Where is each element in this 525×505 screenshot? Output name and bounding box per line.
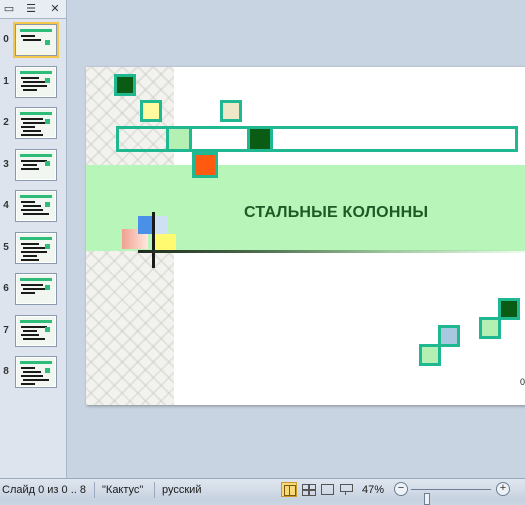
thumbnail-number: 0 [3, 34, 9, 45]
outline-tab-icon[interactable]: ☰ [22, 1, 40, 17]
slideshow-view-icon[interactable] [338, 482, 354, 497]
zoom-slider[interactable] [411, 489, 491, 505]
decor-blur-lightblue [154, 216, 168, 234]
zoom-out-button[interactable]: − [394, 482, 408, 496]
title-underline [138, 250, 525, 253]
slide-thumbnail[interactable]: 6 [0, 271, 62, 307]
status-separator [154, 482, 155, 498]
thumbnail-number: 8 [3, 366, 9, 377]
slide-editor: СТАЛЬНЫЕ КОЛОННЫ 0 [67, 0, 525, 478]
thumbnail-preview [15, 232, 57, 264]
normal-view-icon[interactable] [281, 482, 297, 497]
thumbnail-number: 6 [3, 283, 9, 294]
decor-square-pale-yellow [140, 100, 162, 122]
decor-square-dark-green [114, 74, 136, 96]
reading-view-icon[interactable] [319, 482, 335, 497]
thumbnail-preview [15, 356, 57, 388]
thumbnail-number: 2 [3, 117, 9, 128]
zoom-level[interactable]: 47% [362, 484, 384, 496]
thumbnail-preview [15, 66, 57, 98]
decor-square-br-green-2 [419, 344, 441, 366]
close-pane-icon[interactable]: ✕ [46, 1, 64, 17]
pane-tabs: ▭ ☰ ✕ [0, 0, 66, 19]
decor-square-br-green [479, 317, 501, 339]
zoom-slider-thumb[interactable] [424, 493, 430, 505]
slide-thumbnail[interactable]: 4 [0, 188, 62, 224]
thumbnail-number: 4 [3, 200, 9, 211]
slide-thumbnail[interactable]: 1 [0, 64, 62, 100]
decor-square-dark-green-2 [247, 126, 273, 152]
slide-thumbnail[interactable]: 8 [0, 354, 62, 390]
slide-thumbnail[interactable]: 0 [0, 22, 62, 58]
decor-square-cream [220, 100, 242, 122]
slide-info[interactable]: Слайд 0 из 0 .. 8 [2, 484, 86, 496]
language-indicator[interactable]: русский [162, 484, 201, 496]
slide-thumbnail-pane: ▭ ☰ ✕ 0 1 2 3 4 5 6 7 8 [0, 0, 67, 478]
decor-square-br-blue [438, 325, 460, 347]
slide-thumbnail[interactable]: 3 [0, 147, 62, 183]
slide-thumbnail[interactable]: 7 [0, 313, 62, 349]
thumbnail-preview [15, 149, 57, 181]
thumbnail-number: 3 [3, 159, 9, 170]
thumbnail-number: 1 [3, 76, 9, 87]
thumbnail-preview [15, 190, 57, 222]
zoom-in-button[interactable]: + [496, 482, 510, 496]
thumbnail-number: 7 [3, 325, 9, 336]
decor-square-br-dark [498, 298, 520, 320]
slide-thumbnail[interactable]: 5 [0, 230, 62, 266]
decor-square-light-green [166, 126, 192, 152]
theme-name[interactable]: "Кактус" [102, 484, 143, 496]
slides-tab-icon[interactable]: ▭ [0, 1, 18, 17]
thumbnail-preview [15, 273, 57, 305]
status-separator [94, 482, 95, 498]
status-bar: Слайд 0 из 0 .. 8 "Кактус" русский 47% −… [0, 478, 525, 505]
slide-sorter-view-icon[interactable] [300, 482, 316, 497]
thumbnail-preview [15, 107, 57, 139]
decor-square-orange [192, 152, 218, 178]
thumbnail-preview [13, 22, 59, 58]
slide-number: 0 [520, 377, 525, 387]
thumbnail-number: 5 [3, 242, 9, 253]
slide-canvas[interactable]: СТАЛЬНЫЕ КОЛОННЫ 0 [86, 67, 525, 405]
decor-vertical-line [152, 212, 155, 268]
slide-thumbnail[interactable]: 2 [0, 105, 62, 141]
thumbnail-preview [15, 315, 57, 347]
slide-title[interactable]: СТАЛЬНЫЕ КОЛОННЫ [244, 204, 428, 222]
